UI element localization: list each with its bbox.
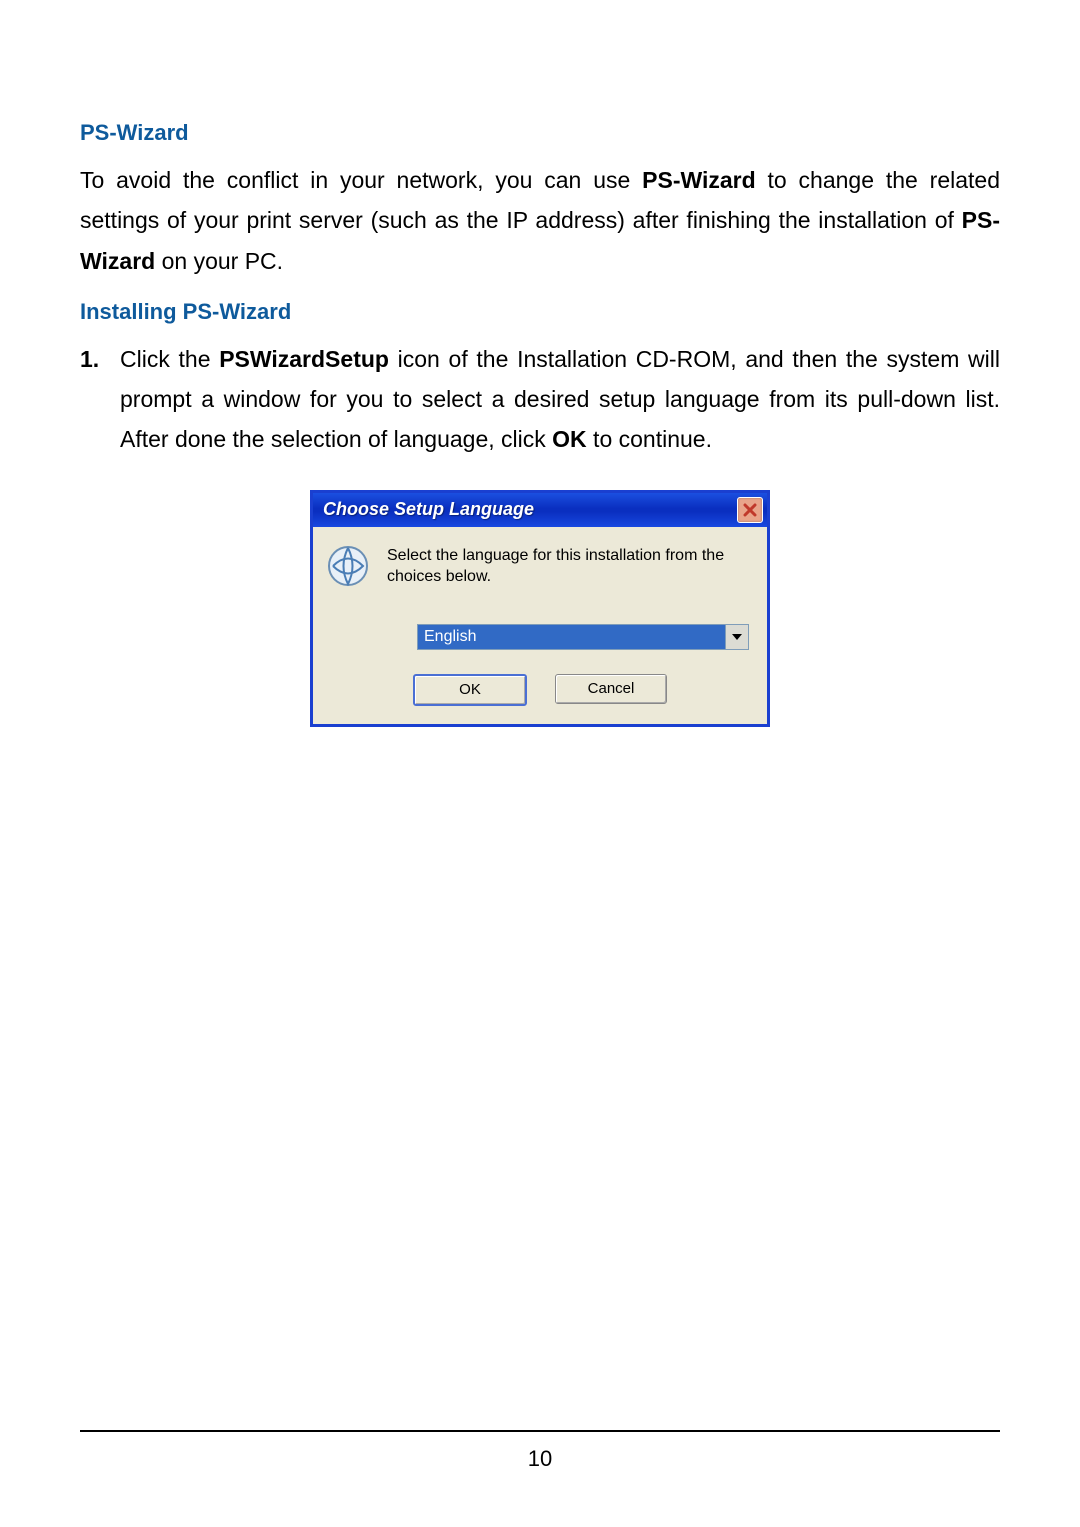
dialog-titlebar[interactable]: Choose Setup Language bbox=[313, 493, 767, 527]
footer-divider bbox=[80, 1430, 1000, 1432]
language-select-value: English bbox=[418, 625, 725, 649]
cancel-button[interactable]: Cancel bbox=[555, 674, 667, 704]
ok-button[interactable]: OK bbox=[413, 674, 527, 706]
setup-globe-icon bbox=[327, 545, 369, 587]
section-heading-installing: Installing PS-Wizard bbox=[80, 299, 1000, 325]
list-text: Click the PSWizardSetup icon of the Inst… bbox=[120, 339, 1000, 460]
bold-text: PS-Wizard bbox=[642, 167, 756, 193]
text: Click the bbox=[120, 346, 219, 372]
text: on your PC. bbox=[155, 248, 283, 274]
list-number: 1. bbox=[80, 339, 120, 460]
section-heading-ps-wizard: PS-Wizard bbox=[80, 120, 1000, 146]
dialog-title: Choose Setup Language bbox=[323, 499, 534, 520]
bold-text: OK bbox=[552, 426, 587, 452]
choose-setup-language-dialog: Choose Setup Language Select the languag… bbox=[310, 490, 770, 727]
text: To avoid the conflict in your network, y… bbox=[80, 167, 642, 193]
chevron-down-icon bbox=[732, 634, 742, 640]
bold-text: PSWizardSetup bbox=[219, 346, 389, 372]
close-icon bbox=[743, 503, 757, 517]
text: to continue. bbox=[587, 426, 712, 452]
intro-paragraph: To avoid the conflict in your network, y… bbox=[80, 160, 1000, 281]
dialog-instruction-text: Select the language for this installatio… bbox=[387, 545, 753, 588]
language-select[interactable]: English bbox=[417, 624, 749, 650]
dropdown-arrow[interactable] bbox=[725, 625, 748, 649]
close-button[interactable] bbox=[737, 497, 763, 523]
list-item: 1. Click the PSWizardSetup icon of the I… bbox=[80, 339, 1000, 460]
dialog-body: Select the language for this installatio… bbox=[313, 527, 767, 724]
page-number: 10 bbox=[0, 1446, 1080, 1472]
